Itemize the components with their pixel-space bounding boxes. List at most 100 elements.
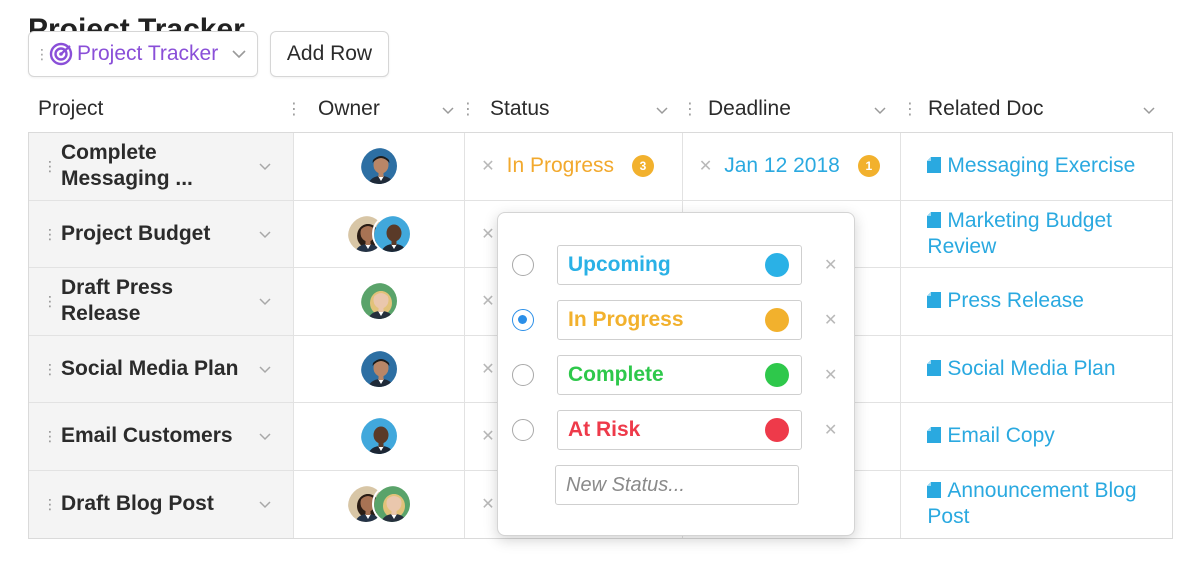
status-option[interactable]: At Risk ✕ [498,409,854,451]
clear-icon[interactable]: ✕ [699,156,712,176]
chevron-down-icon[interactable] [259,361,271,379]
comment-count-badge[interactable]: 1 [857,155,880,178]
status-color-dot[interactable] [765,253,789,277]
column-label: Related Doc [928,97,1044,120]
column-header-deadline[interactable]: Deadline ⋮ [698,87,918,131]
owner-cell[interactable] [294,268,466,335]
related-doc-link[interactable]: Marketing Budget Review [927,208,1152,260]
drag-handle-icon[interactable]: ⋮ [35,47,49,61]
clear-icon[interactable]: ✕ [481,156,494,176]
status-option-field[interactable]: Upcoming [557,245,802,285]
related-doc-cell[interactable]: Social Media Plan [901,336,1172,403]
chevron-down-icon[interactable] [874,97,886,121]
project-cell[interactable]: ⋮ Draft Press Release [29,268,294,335]
clear-icon[interactable]: ✕ [481,224,494,244]
column-drag-icon[interactable]: ⋮ [902,99,918,119]
new-status-input[interactable] [555,465,799,505]
tracker-icon [49,42,73,66]
column-header-related-doc[interactable]: Related Doc [918,87,1163,131]
avatar[interactable] [358,281,399,322]
row-drag-icon[interactable]: ⋮ [43,294,61,308]
status-radio[interactable] [512,419,534,441]
owner-cell[interactable] [294,200,466,267]
status-option-field[interactable]: In Progress [557,300,802,340]
delete-status-icon[interactable]: ✕ [824,420,837,440]
tracker-selector[interactable]: ⋮ Project Tracker [28,31,258,77]
status-color-dot[interactable] [765,418,789,442]
project-cell[interactable]: ⋮ Draft Blog Post [29,470,294,538]
status-option[interactable]: In Progress ✕ [498,299,854,341]
related-doc-cell[interactable]: Announcement Blog Post [901,471,1172,539]
avatar[interactable] [358,348,399,389]
delete-status-icon[interactable]: ✕ [824,310,837,330]
related-doc-link[interactable]: Email Copy [927,423,1055,449]
deadline-cell[interactable]: ✕ Jan 12 2018 1 [683,133,902,200]
status-color-dot[interactable] [765,308,789,332]
add-row-button[interactable]: Add Row [270,31,389,77]
column-header-project[interactable]: Project ⋮ [28,87,302,131]
related-doc-cell[interactable]: Email Copy [901,403,1172,470]
related-doc-link[interactable]: Social Media Plan [927,356,1116,382]
related-doc-cell[interactable]: Marketing Budget Review [901,201,1172,268]
clear-icon[interactable]: ✕ [481,291,494,311]
avatar[interactable] [358,146,399,187]
chevron-down-icon[interactable] [1143,97,1155,121]
column-headers: Project ⋮ Owner ⋮ Status ⋮ Deadline ⋮ Re… [28,87,1173,131]
chevron-down-icon[interactable] [259,428,271,446]
status-option-field[interactable]: At Risk [557,410,802,450]
project-cell[interactable]: ⋮ Project Budget [29,200,294,267]
chevron-down-icon[interactable] [259,226,271,244]
status-value: In Progress [506,154,615,178]
column-header-owner[interactable]: Owner ⋮ [308,87,476,131]
status-radio[interactable] [512,364,534,386]
project-cell[interactable]: ⋮ Social Media Plan [29,335,294,402]
deadline-value: Jan 12 2018 [724,154,840,178]
table-row[interactable]: ⋮ Complete Messaging ... ✕ In Progress 3 ✕ … [29,133,1172,201]
status-option-field[interactable]: Complete [557,355,802,395]
project-cell[interactable]: ⋮ Complete Messaging ... [29,133,294,200]
row-drag-icon[interactable]: ⋮ [43,429,61,443]
status-color-dot[interactable] [765,363,789,387]
row-drag-icon[interactable]: ⋮ [43,362,61,376]
related-doc-link[interactable]: Messaging Exercise [927,153,1135,179]
column-drag-icon[interactable]: ⋮ [460,99,476,119]
owner-cell[interactable] [294,470,466,538]
clear-icon[interactable]: ✕ [481,426,494,446]
status-option[interactable]: Complete ✕ [498,354,854,396]
related-doc-link[interactable]: Announcement Blog Post [927,478,1152,530]
status-option[interactable]: Upcoming ✕ [498,244,854,286]
column-drag-icon[interactable]: ⋮ [682,99,698,119]
clear-icon[interactable]: ✕ [481,494,494,514]
chevron-down-icon[interactable] [656,97,668,121]
row-drag-icon[interactable]: ⋮ [43,497,61,511]
chevron-down-icon[interactable] [259,293,271,311]
chevron-down-icon[interactable] [259,496,271,514]
status-radio[interactable] [512,254,534,276]
related-doc-link[interactable]: Press Release [927,288,1084,314]
row-drag-icon[interactable]: ⋮ [43,159,61,173]
status-radio[interactable] [512,309,534,331]
status-cell[interactable]: ✕ In Progress 3 [465,133,683,200]
avatar[interactable] [358,416,399,457]
chevron-down-icon[interactable] [259,158,271,176]
related-doc-cell[interactable]: Press Release [901,268,1172,335]
status-option-label: Complete [568,363,664,386]
project-cell[interactable]: ⋮ Email Customers [29,403,294,470]
comment-count-badge[interactable]: 3 [632,155,655,178]
chevron-down-icon[interactable] [231,46,247,62]
avatar[interactable] [371,213,412,254]
clear-icon[interactable]: ✕ [481,359,494,379]
related-doc-cell[interactable]: Messaging Exercise [901,133,1172,200]
project-name: Complete Messaging ... [61,141,193,191]
delete-status-icon[interactable]: ✕ [824,365,837,385]
owner-cell[interactable] [294,133,466,200]
column-drag-icon[interactable]: ⋮ [286,99,302,119]
avatar[interactable] [371,484,412,525]
owner-cell[interactable] [294,403,466,470]
column-header-status[interactable]: Status ⋮ [480,87,698,131]
owner-cell[interactable] [294,335,466,402]
row-drag-icon[interactable]: ⋮ [43,227,61,241]
delete-status-icon[interactable]: ✕ [824,255,837,275]
chevron-down-icon[interactable] [442,97,454,121]
column-label: Deadline [708,97,791,120]
